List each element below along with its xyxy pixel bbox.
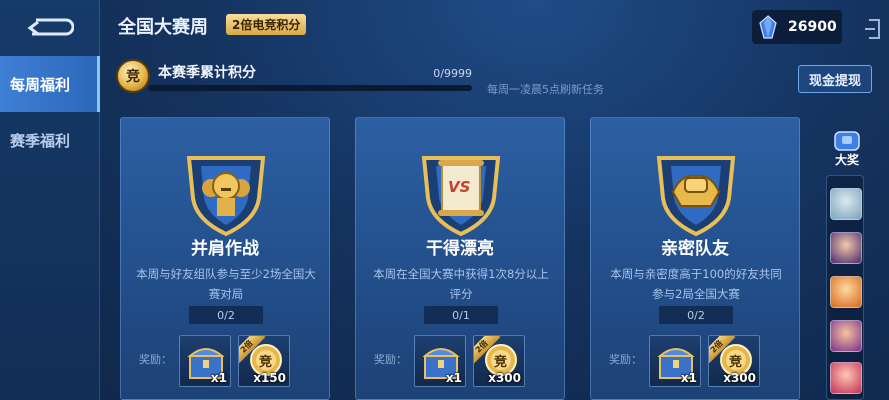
back-button[interactable]	[24, 10, 76, 44]
reward-quantity: x1	[445, 371, 462, 385]
task-progress: 0/2	[189, 306, 263, 324]
reward-quantity: x1	[680, 371, 697, 385]
side-panel-toggle[interactable]	[848, 12, 889, 46]
reward-label: 奖励：	[609, 353, 642, 366]
reward-chest[interactable]: x1	[649, 335, 701, 387]
heroes-shield-icon	[186, 156, 266, 237]
season-points-title: 本赛季累计积分	[158, 65, 256, 81]
season-points-glyph: 竞	[126, 69, 140, 85]
task-title: 并肩作战	[191, 239, 259, 259]
reward-quantity: x150	[253, 371, 286, 385]
warrior-avatar[interactable]	[830, 320, 862, 352]
reward-points[interactable]: 2倍 竞 x150	[238, 335, 290, 387]
crystal-icon	[759, 15, 777, 39]
season-points-icon: 竞	[116, 59, 150, 93]
girl-avatar[interactable]	[830, 362, 862, 394]
task-card-close-teammates: 亲密队友 本周与亲密度高于100的好友共同参与2局全国大赛 0/2 奖励： x1…	[590, 117, 800, 400]
astronaut-avatar[interactable]	[830, 188, 862, 220]
sidebar-tab-season-label: 赛季福利	[10, 131, 71, 150]
currency-value: 26900	[788, 19, 837, 35]
reward-chest[interactable]: x1	[414, 335, 466, 387]
reward-points[interactable]: 2倍 竞 x300	[708, 335, 760, 387]
withdraw-button[interactable]: 现金提现	[798, 65, 872, 93]
task-card-well-played: VS 干得漂亮 本周在全国大赛中获得1次8分以上评分 0/1 奖励： x1 2倍…	[355, 117, 565, 400]
task-description: 本周与好友组队参与至少2场全国大赛对局	[136, 267, 316, 301]
points-coin-glyph: 竞	[259, 355, 273, 370]
reward-quantity: x1	[210, 371, 227, 385]
reward-label: 奖励：	[374, 353, 407, 366]
grand-prize-label: 大奖	[834, 153, 859, 167]
task-description: 本周与亲密度高于100的好友共同参与2局全国大赛	[610, 267, 782, 301]
task-card-teamwork: 并肩作战 本周与好友组队参与至少2场全国大赛对局 0/2 奖励： x1 2倍 竞…	[120, 117, 330, 400]
currency-display: 26900	[752, 10, 842, 44]
sidebar-tab-weekly[interactable]: 每周福利	[0, 56, 100, 112]
page-title: 全国大赛周	[118, 17, 208, 38]
fox-avatar[interactable]	[830, 276, 862, 308]
task-progress: 0/1	[424, 306, 498, 324]
double-points-badge: 2倍电竞积分	[226, 14, 307, 35]
points-coin-glyph: 竞	[729, 355, 743, 370]
vs-text: VS	[448, 178, 471, 196]
points-coin-glyph: 竞	[494, 355, 508, 370]
task-description: 本周在全国大赛中获得1次8分以上评分	[373, 267, 549, 301]
season-points-count: 0/9999	[433, 67, 472, 80]
task-progress: 0/2	[659, 306, 733, 324]
sidebar-tab-season[interactable]: 赛季福利	[0, 112, 100, 168]
handshake-shield-icon	[656, 156, 736, 237]
season-progress-bar	[148, 85, 472, 91]
grand-prize-icon[interactable]	[831, 130, 863, 152]
back-arrow-icon	[27, 18, 74, 36]
bracket-icon	[865, 19, 880, 39]
withdraw-label: 现金提现	[808, 73, 861, 89]
reward-label: 奖励：	[139, 353, 172, 366]
refresh-note: 每周一凌晨5点刷新任务	[487, 83, 604, 96]
reward-quantity: x300	[723, 371, 756, 385]
reward-quantity: x300	[488, 371, 521, 385]
task-title: 亲密队友	[661, 239, 729, 259]
reward-chest[interactable]: x1	[179, 335, 231, 387]
reward-points[interactable]: 2倍 竞 x300	[473, 335, 525, 387]
sidebar-tab-weekly-label: 每周福利	[10, 75, 71, 94]
task-title: 干得漂亮	[426, 239, 494, 259]
sidebar: 每周福利 赛季福利	[0, 0, 100, 400]
mage-avatar[interactable]	[830, 232, 862, 264]
